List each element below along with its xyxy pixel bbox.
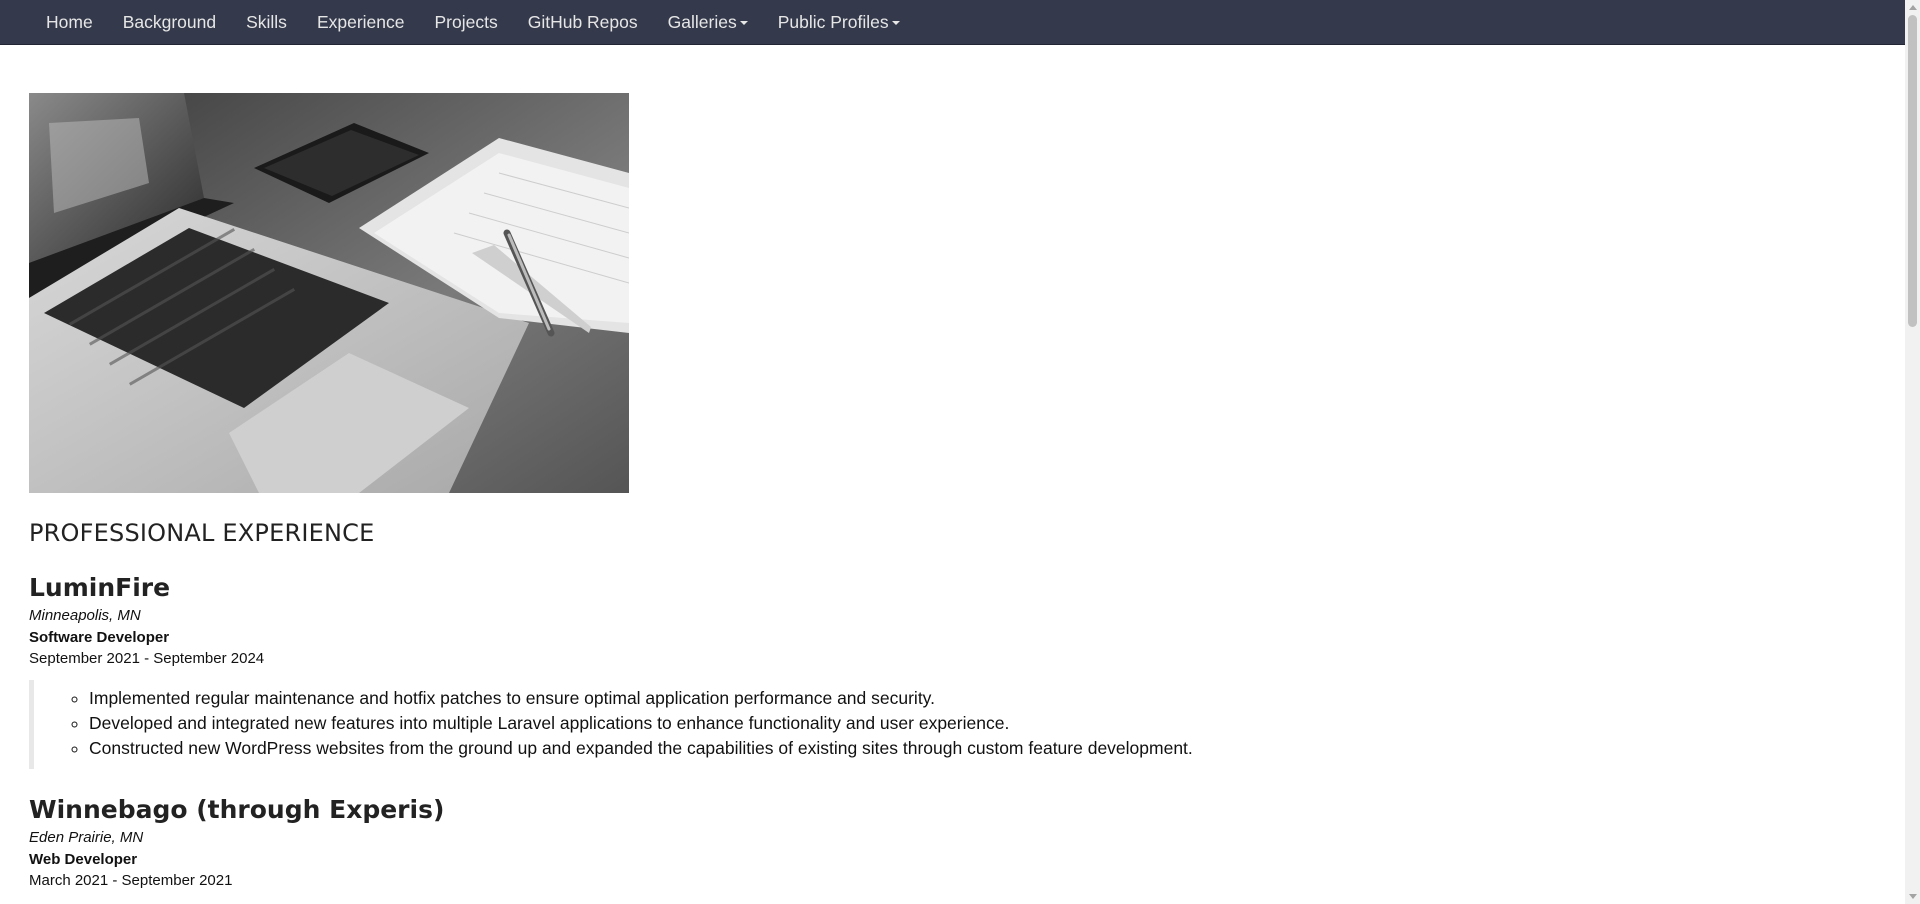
page-scrollbar[interactable] xyxy=(1905,0,1920,904)
job-entry: LuminFire Minneapolis, MN Software Devel… xyxy=(29,571,1889,769)
caret-down-icon xyxy=(739,21,748,25)
nav-list: Home Background Skills Experience Projec… xyxy=(0,0,1905,44)
nav-galleries-label: Galleries xyxy=(667,11,737,32)
section-title: PROFESSIONAL EXPERIENCE xyxy=(29,519,375,547)
nav-github-repos[interactable]: GitHub Repos xyxy=(513,0,653,44)
scroll-up-arrow-icon[interactable] xyxy=(1909,5,1917,10)
duty-item: Developed and integrated new features in… xyxy=(89,711,1889,736)
job-role: Software Developer xyxy=(29,629,170,646)
nav-projects-label: Projects xyxy=(434,11,498,32)
job-role: Web Developer xyxy=(29,851,138,868)
nav-home-label: Home xyxy=(46,11,93,32)
job-dates: March 2021 - September 2021 xyxy=(29,872,233,889)
job-duties: Implemented regular maintenance and hotf… xyxy=(29,680,1889,769)
nav-background-label: Background xyxy=(122,11,217,32)
job-dates: September 2021 - September 2024 xyxy=(29,650,265,667)
job-location: Eden Prairie, MN xyxy=(29,829,144,846)
duties-list: Implemented regular maintenance and hotf… xyxy=(34,686,1889,761)
nav-skills[interactable]: Skills xyxy=(231,0,302,44)
scroll-down-arrow-icon[interactable] xyxy=(1909,894,1917,899)
scrollbar-thumb[interactable] xyxy=(1908,15,1917,327)
nav-public-profiles-label: Public Profiles xyxy=(777,11,889,32)
job-entry: Winnebago (through Experis) Eden Prairie… xyxy=(29,793,1889,890)
top-navbar: Home Background Skills Experience Projec… xyxy=(0,0,1905,45)
job-company: Winnebago (through Experis) xyxy=(29,795,445,824)
nav-github-repos-label: GitHub Repos xyxy=(527,11,638,32)
nav-skills-label: Skills xyxy=(246,11,287,32)
nav-galleries-dropdown[interactable]: Galleries xyxy=(653,0,763,44)
nav-public-profiles-dropdown[interactable]: Public Profiles xyxy=(763,0,915,44)
nav-experience-label: Experience xyxy=(316,11,405,32)
nav-home[interactable]: Home xyxy=(31,0,108,44)
job-company: LuminFire xyxy=(29,573,171,602)
duty-item: Implemented regular maintenance and hotf… xyxy=(89,686,1889,711)
job-location: Minneapolis, MN xyxy=(29,607,141,624)
laptop-desk-photo xyxy=(29,93,629,493)
nav-background[interactable]: Background xyxy=(108,0,231,44)
duty-item: Constructed new WordPress websites from … xyxy=(89,736,1889,761)
caret-down-icon xyxy=(891,21,900,25)
nav-projects[interactable]: Projects xyxy=(420,0,513,44)
nav-experience[interactable]: Experience xyxy=(302,0,420,44)
main-content: PROFESSIONAL EXPERIENCE LuminFire Minnea… xyxy=(29,93,1889,890)
